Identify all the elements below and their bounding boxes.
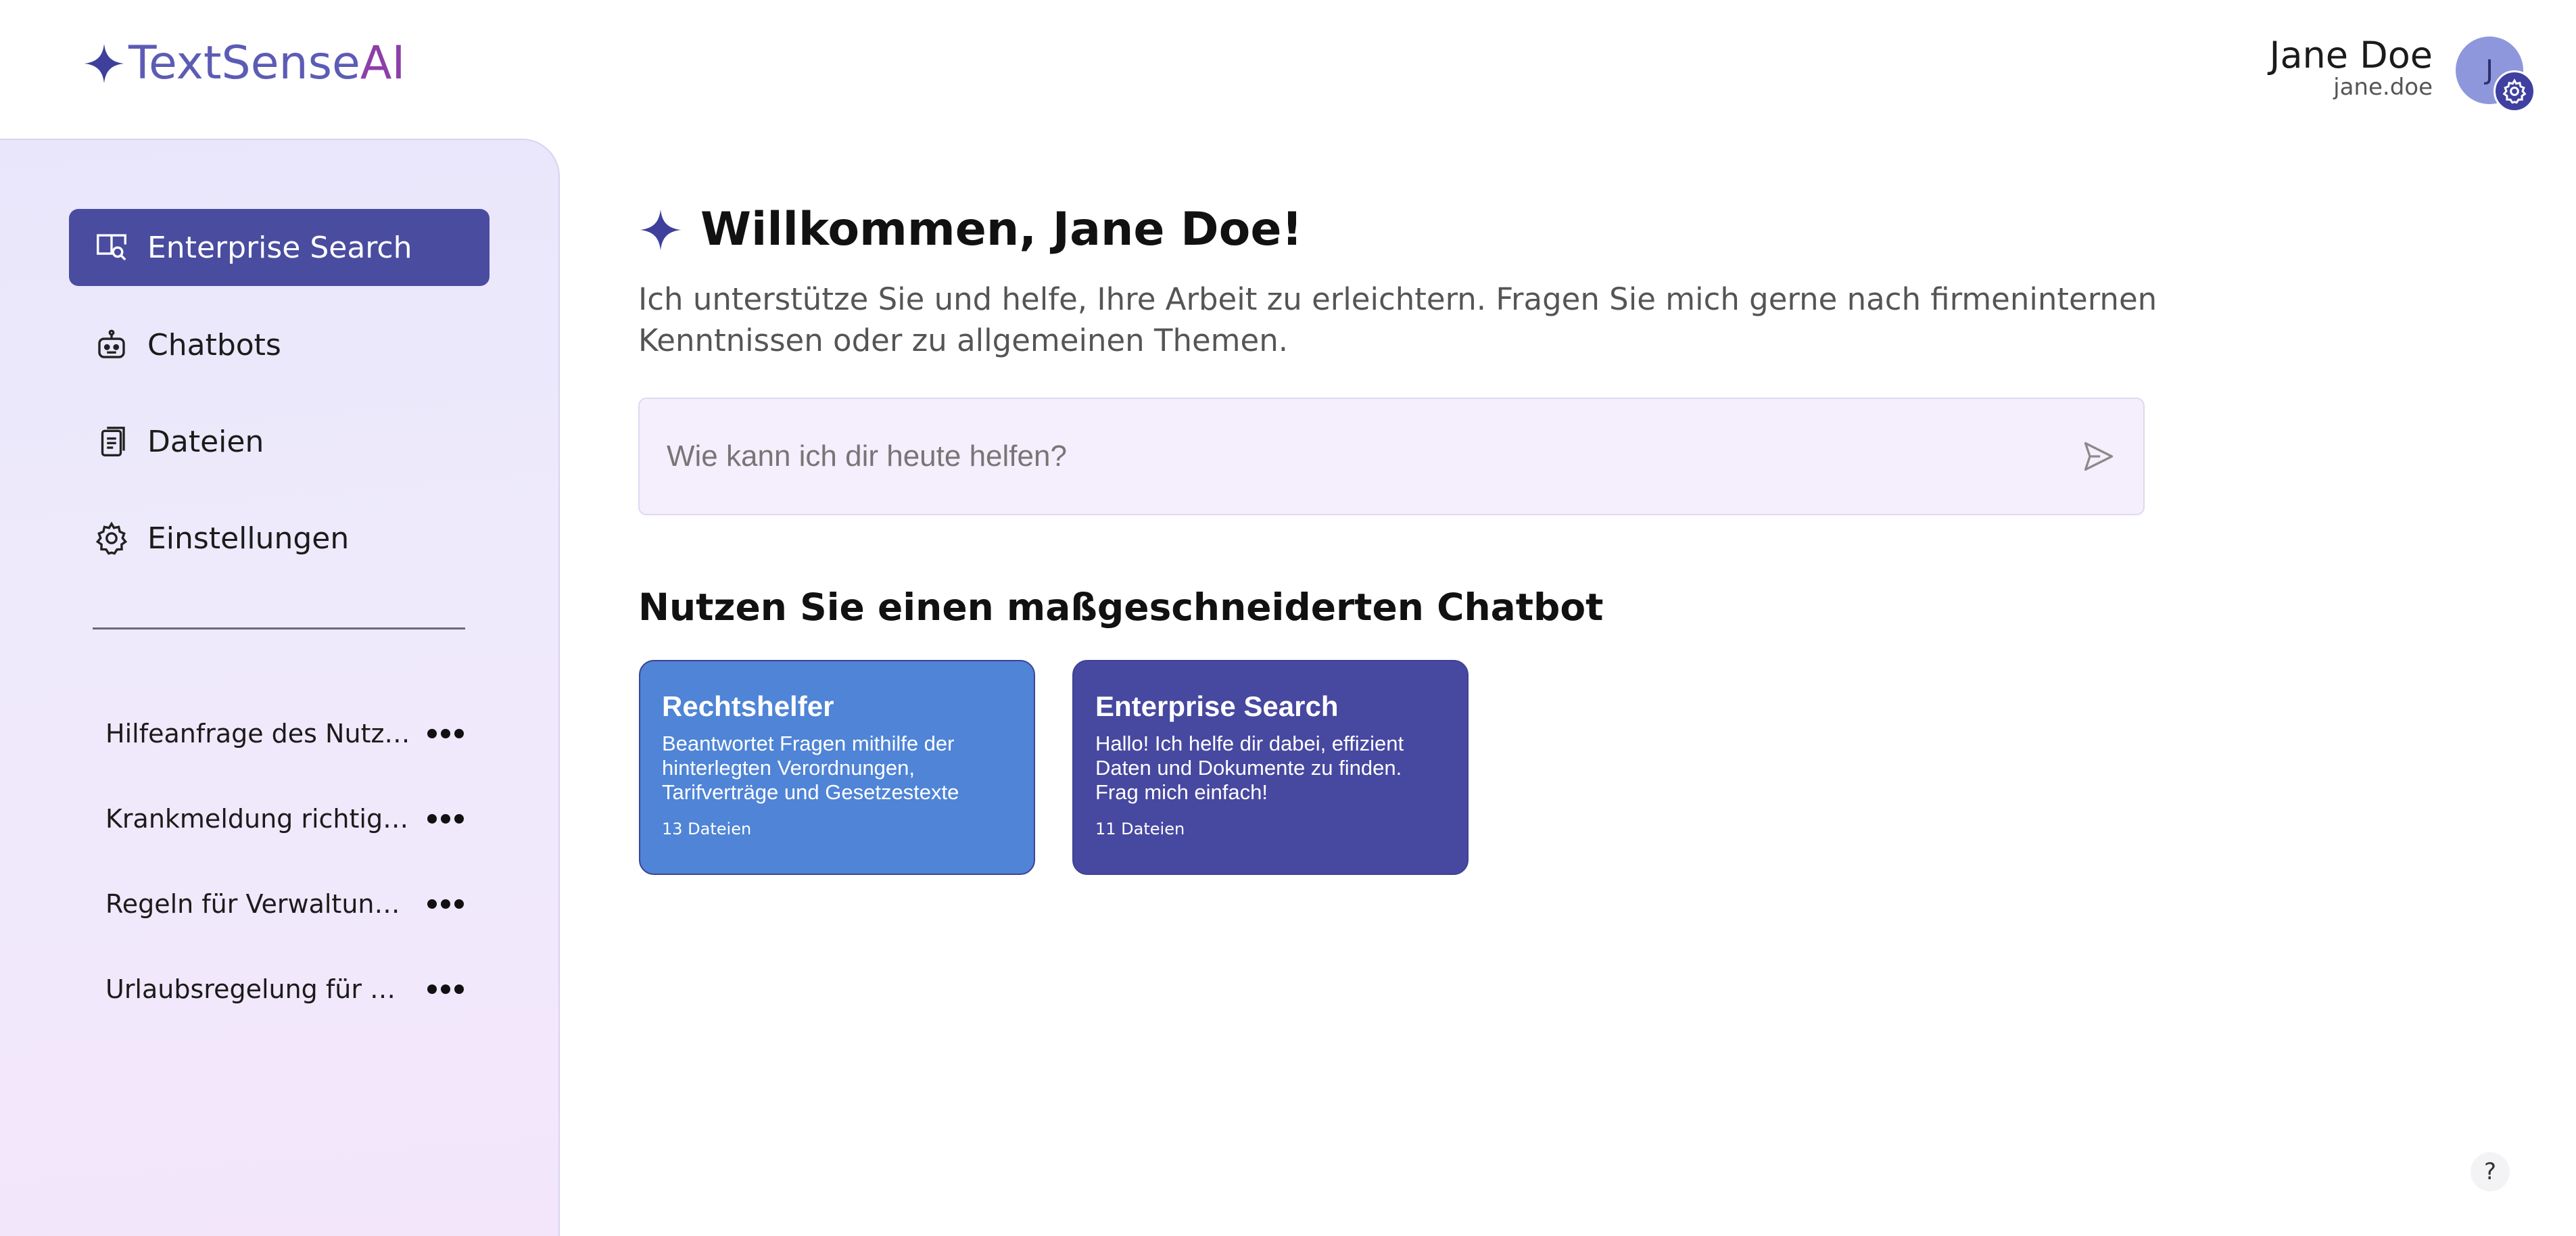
more-options-icon[interactable] (427, 982, 464, 996)
card-file-count: 13 Dateien (662, 819, 752, 839)
nav-label: Enterprise Search (147, 230, 412, 265)
chat-history-item[interactable]: Krankmeldung richtig durchführen (105, 797, 464, 840)
sidebar-item-dateien[interactable]: Dateien (69, 403, 490, 480)
more-options-icon[interactable] (427, 727, 464, 740)
card-file-count: 11 Dateien (1095, 819, 1185, 839)
chat-history-item[interactable]: Regeln für Verwaltungsvorgänge (105, 882, 464, 926)
card-title: Enterprise Search (1095, 690, 1339, 722)
chat-history-item[interactable]: Urlaubsregelung für Uni-Mitarbeiter (105, 968, 464, 1011)
nav-label: Chatbots (147, 327, 281, 362)
sidebar-divider (93, 627, 465, 629)
chatbot-card-enterprise-search[interactable]: Enterprise Search Hallo! Ich helfe dir d… (1072, 660, 1469, 875)
card-description: Beantwortet Fragen mithilfe der hinterle… (662, 732, 959, 805)
brand-name: TextSenseAI (128, 37, 406, 90)
more-options-icon[interactable] (427, 812, 464, 826)
chat-history-item[interactable]: Hilfeanfrage des Nutzers (105, 712, 464, 755)
user-name: Jane Doe (2269, 34, 2433, 76)
welcome-heading: Willkommen, Jane Doe! (638, 203, 1302, 256)
chat-history-label: Urlaubsregelung für Uni-Mitarbeiter (105, 974, 413, 1004)
chatbot-card-rechtshelfer[interactable]: Rechtshelfer Beantwortet Fragen mithilfe… (639, 660, 1035, 875)
more-options-icon[interactable] (427, 897, 464, 911)
robot-icon (98, 329, 125, 358)
files-icon (101, 427, 125, 456)
app-logo[interactable]: TextSenseAI (82, 39, 405, 88)
gear-icon (2502, 78, 2527, 104)
card-title: Rechtshelfer (662, 690, 834, 722)
sidebar-item-einstellungen[interactable]: Einstellungen (69, 500, 490, 577)
chat-history-label: Krankmeldung richtig durchführen (105, 804, 413, 834)
nav-label: Dateien (147, 424, 264, 459)
gear-icon (95, 521, 128, 555)
section-title: Nutzen Sie einen maßgeschneiderten Chatb… (638, 586, 1604, 629)
chat-input[interactable] (667, 439, 2081, 473)
nav-label: Einstellungen (147, 521, 350, 556)
sidebar-item-chatbots[interactable]: Chatbots (69, 306, 490, 383)
page-title: Willkommen, Jane Doe! (700, 203, 1303, 256)
send-icon[interactable] (2081, 439, 2116, 474)
user-info: Jane Doe jane.doe (2270, 35, 2433, 101)
sidebar: Enterprise Search Chatbots Dateien Einst… (0, 139, 560, 1236)
welcome-subtitle: Ich unterstütze Sie und helfe, Ihre Arbe… (638, 281, 2157, 358)
chat-history-label: Hilfeanfrage des Nutzers (105, 719, 413, 748)
enterprise-search-icon (97, 234, 126, 261)
sidebar-item-enterprise-search[interactable]: Enterprise Search (69, 209, 490, 286)
chat-history-label: Regeln für Verwaltungsvorgänge (105, 889, 413, 919)
help-button[interactable]: ? (2471, 1152, 2510, 1191)
sparkle-icon (84, 43, 124, 84)
user-settings-button[interactable] (2494, 70, 2535, 112)
user-handle: jane.doe (2333, 74, 2433, 101)
chat-input-box[interactable] (638, 398, 2145, 515)
sparkle-icon (640, 209, 682, 250)
card-description: Hallo! Ich helfe dir dabei, effizient Da… (1095, 732, 1404, 805)
